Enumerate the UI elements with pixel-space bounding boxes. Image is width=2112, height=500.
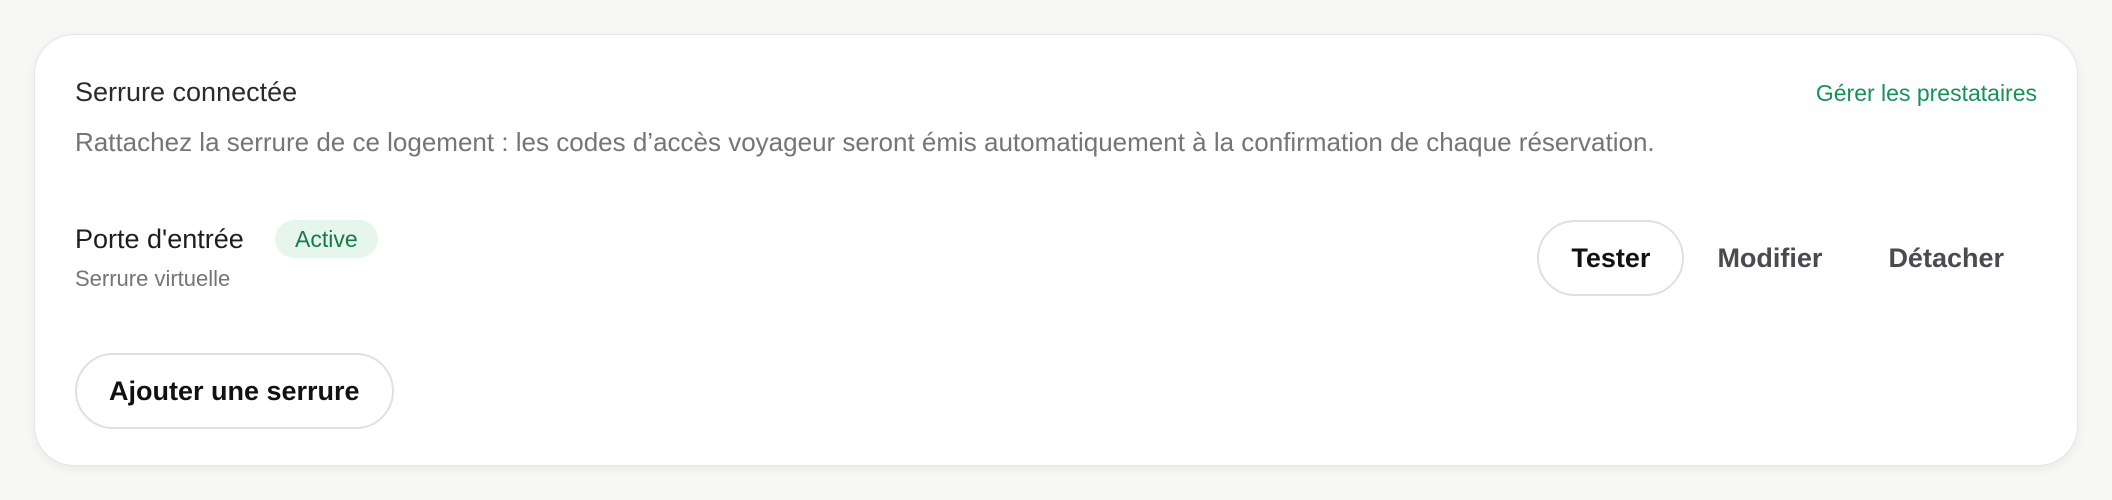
edit-button[interactable]: Modifier [1684, 220, 1855, 296]
section-title: Serrure connectée [75, 77, 298, 107]
lock-name: Porte d'entrée [75, 224, 244, 254]
status-badge: Active [275, 220, 378, 258]
manage-providers-link[interactable]: Gérer les prestataires [1816, 82, 2037, 105]
connected-lock-card: Serrure connectée Gérer les prestataires… [34, 34, 2078, 466]
lock-actions: Tester Modifier Détacher [1537, 220, 2037, 296]
detach-button[interactable]: Détacher [1855, 220, 2037, 296]
section-description: Rattachez la serrure de ce logement : le… [75, 127, 1655, 157]
lock-type: Serrure virtuelle [75, 266, 231, 291]
test-button[interactable]: Tester [1537, 220, 1685, 296]
add-lock-button[interactable]: Ajouter une serrure [75, 353, 394, 429]
lock-row: Porte d'entrée Active Serrure virtuelle … [75, 220, 2037, 320]
